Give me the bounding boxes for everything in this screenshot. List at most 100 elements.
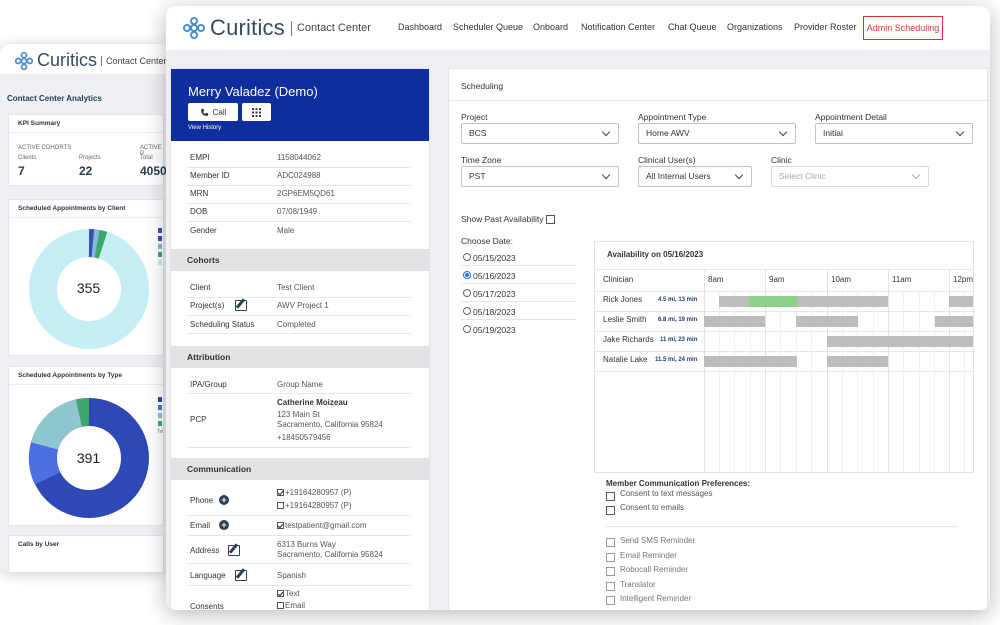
nav-notification-center[interactable]: Notification Center bbox=[581, 22, 655, 32]
analytics-window: Curitics Contact Center Contact Center A… bbox=[0, 44, 170, 572]
patient-panel: Merry Valadez (Demo) Call View History E… bbox=[170, 68, 430, 610]
nav-dashboard[interactable]: Dashboard bbox=[398, 22, 442, 32]
busy-slot[interactable] bbox=[704, 356, 797, 367]
language-label: Language bbox=[190, 571, 226, 580]
date-option-5[interactable]: 05/19/2023 bbox=[473, 325, 516, 335]
date-option-3[interactable]: 05/17/2023 bbox=[473, 289, 516, 299]
consent-email-checkbox[interactable] bbox=[277, 602, 284, 609]
clinician-name[interactable]: Natalie Lake bbox=[603, 355, 647, 364]
nav-scheduler-queue[interactable]: Scheduler Queue bbox=[453, 22, 523, 32]
hour-11am: 11am bbox=[892, 275, 912, 284]
nav-chat-queue[interactable]: Chat Queue bbox=[668, 22, 717, 32]
email-checkbox[interactable] bbox=[277, 522, 284, 529]
pcp-phone: +18450579456 bbox=[277, 433, 331, 442]
consent-text-label: Text bbox=[285, 589, 300, 598]
nav-admin-scheduling[interactable]: Admin Scheduling bbox=[863, 16, 943, 40]
add-email-icon[interactable]: + bbox=[219, 520, 229, 530]
client-label: Client bbox=[190, 283, 211, 292]
sms-reminder-checkbox[interactable] bbox=[606, 538, 615, 547]
analytics-header: Curitics Contact Center bbox=[0, 44, 170, 74]
appointment-detail-select[interactable]: Initial bbox=[815, 123, 973, 144]
appointment-type-select[interactable]: Home AWV bbox=[638, 123, 796, 144]
brand-name: Curitics bbox=[37, 50, 98, 70]
project-select[interactable]: BCS bbox=[461, 123, 619, 144]
patient-header: Merry Valadez (Demo) Call View History bbox=[171, 69, 429, 141]
date-radio-3[interactable] bbox=[463, 289, 471, 297]
translator-checkbox[interactable] bbox=[606, 582, 615, 591]
busy-slot[interactable] bbox=[935, 316, 973, 327]
projects-value: 22 bbox=[79, 164, 93, 178]
busy-slot[interactable] bbox=[796, 316, 858, 327]
divider bbox=[187, 185, 411, 186]
edit-icon[interactable] bbox=[235, 300, 247, 311]
phone1-checkbox[interactable] bbox=[277, 489, 284, 496]
legend-swatch bbox=[158, 260, 162, 265]
busy-slot[interactable] bbox=[827, 336, 973, 347]
busy-slot[interactable] bbox=[827, 356, 888, 367]
clinic-select[interactable]: Select Clinic bbox=[771, 166, 929, 187]
legend-swatch bbox=[158, 228, 162, 233]
add-phone-icon[interactable]: + bbox=[219, 495, 229, 505]
date-radio-2[interactable] bbox=[463, 271, 471, 279]
intelligent-reminder-checkbox[interactable] bbox=[606, 596, 615, 605]
availability-title: Availability on 05/16/2023 bbox=[607, 250, 704, 259]
divider bbox=[187, 221, 411, 222]
busy-slot[interactable] bbox=[949, 296, 973, 307]
consent-text-checkbox[interactable] bbox=[277, 590, 284, 597]
divider bbox=[461, 319, 576, 320]
date-radio-1[interactable] bbox=[463, 253, 471, 261]
nav-onboard[interactable]: Onboard bbox=[533, 22, 568, 32]
phone-label: Phone bbox=[190, 496, 214, 505]
date-radio-5[interactable] bbox=[463, 325, 471, 333]
clinic-label: Clinic bbox=[771, 155, 792, 165]
date-option-2[interactable]: 05/16/2023 bbox=[473, 271, 516, 281]
consent-emails-checkbox[interactable] bbox=[606, 506, 615, 515]
available-slot[interactable] bbox=[749, 296, 797, 307]
clinician-name[interactable]: Jake Richards bbox=[603, 335, 654, 344]
view-history-link[interactable]: View History bbox=[188, 125, 221, 131]
donut-segment-green bbox=[76, 398, 90, 427]
cohorts-section-header: Cohorts bbox=[171, 249, 429, 271]
call-button[interactable]: Call bbox=[188, 103, 238, 121]
email-reminder-checkbox[interactable] bbox=[606, 553, 615, 562]
client-value: Test Client bbox=[277, 283, 315, 292]
brand-subtitle: Contact Center bbox=[101, 55, 167, 66]
donut-segment-green bbox=[94, 229, 108, 259]
nav-organizations[interactable]: Organizations bbox=[727, 22, 783, 32]
calls-title: Calls by User bbox=[18, 541, 60, 548]
email-value: testpatient@gmail.com bbox=[285, 521, 367, 530]
member-id-label: Member ID bbox=[190, 171, 230, 180]
busy-slot[interactable] bbox=[704, 316, 765, 327]
busy-slot[interactable] bbox=[797, 296, 888, 307]
timezone-select[interactable]: PST bbox=[461, 166, 619, 187]
scheduling-panel: Scheduling Project BCS Appointment Type … bbox=[448, 68, 989, 610]
consent-text-messages-checkbox[interactable] bbox=[606, 492, 615, 501]
edit-address-icon[interactable] bbox=[228, 545, 240, 556]
divider bbox=[187, 563, 411, 564]
scheduling-status-value: Completed bbox=[277, 320, 316, 329]
address-city: Sacramento, California 95824 bbox=[277, 550, 383, 559]
clinician-name[interactable]: Leslie Smith bbox=[603, 315, 647, 324]
show-past-availability-checkbox[interactable] bbox=[546, 215, 555, 224]
consent-emails-label: Consent to emails bbox=[620, 503, 685, 512]
clinician-distance: 11.5 mi, 24 min bbox=[655, 357, 698, 363]
robocall-reminder-checkbox[interactable] bbox=[606, 567, 615, 576]
active-cohorts-label: ACTIVE COHORTS bbox=[18, 145, 72, 151]
curitics-logo-icon bbox=[14, 51, 34, 70]
edit-language-icon[interactable] bbox=[235, 570, 247, 581]
availability-grid: Availability on 05/16/2023 Clinician 8am… bbox=[594, 241, 974, 473]
brand-logo: Curitics Contact Center bbox=[14, 50, 167, 71]
clinical-users-select[interactable]: All Internal Users bbox=[638, 166, 752, 187]
appointments-by-type-card: Scheduled Appointments by Type 391 Tel bbox=[8, 366, 164, 526]
phone2-checkbox[interactable] bbox=[277, 502, 284, 509]
gender-label: Gender bbox=[190, 226, 217, 235]
brand-logo[interactable]: Curitics Contact Center bbox=[182, 15, 371, 41]
dialpad-button[interactable] bbox=[242, 103, 271, 121]
date-radio-4[interactable] bbox=[463, 307, 471, 315]
date-option-1[interactable]: 05/15/2023 bbox=[473, 253, 516, 263]
clinician-name[interactable]: Rick Jones bbox=[603, 295, 642, 304]
date-option-4[interactable]: 05/18/2023 bbox=[473, 307, 516, 317]
email-label: Email bbox=[190, 521, 211, 530]
busy-slot[interactable] bbox=[719, 296, 749, 307]
nav-provider-roster[interactable]: Provider Roster bbox=[794, 22, 857, 32]
